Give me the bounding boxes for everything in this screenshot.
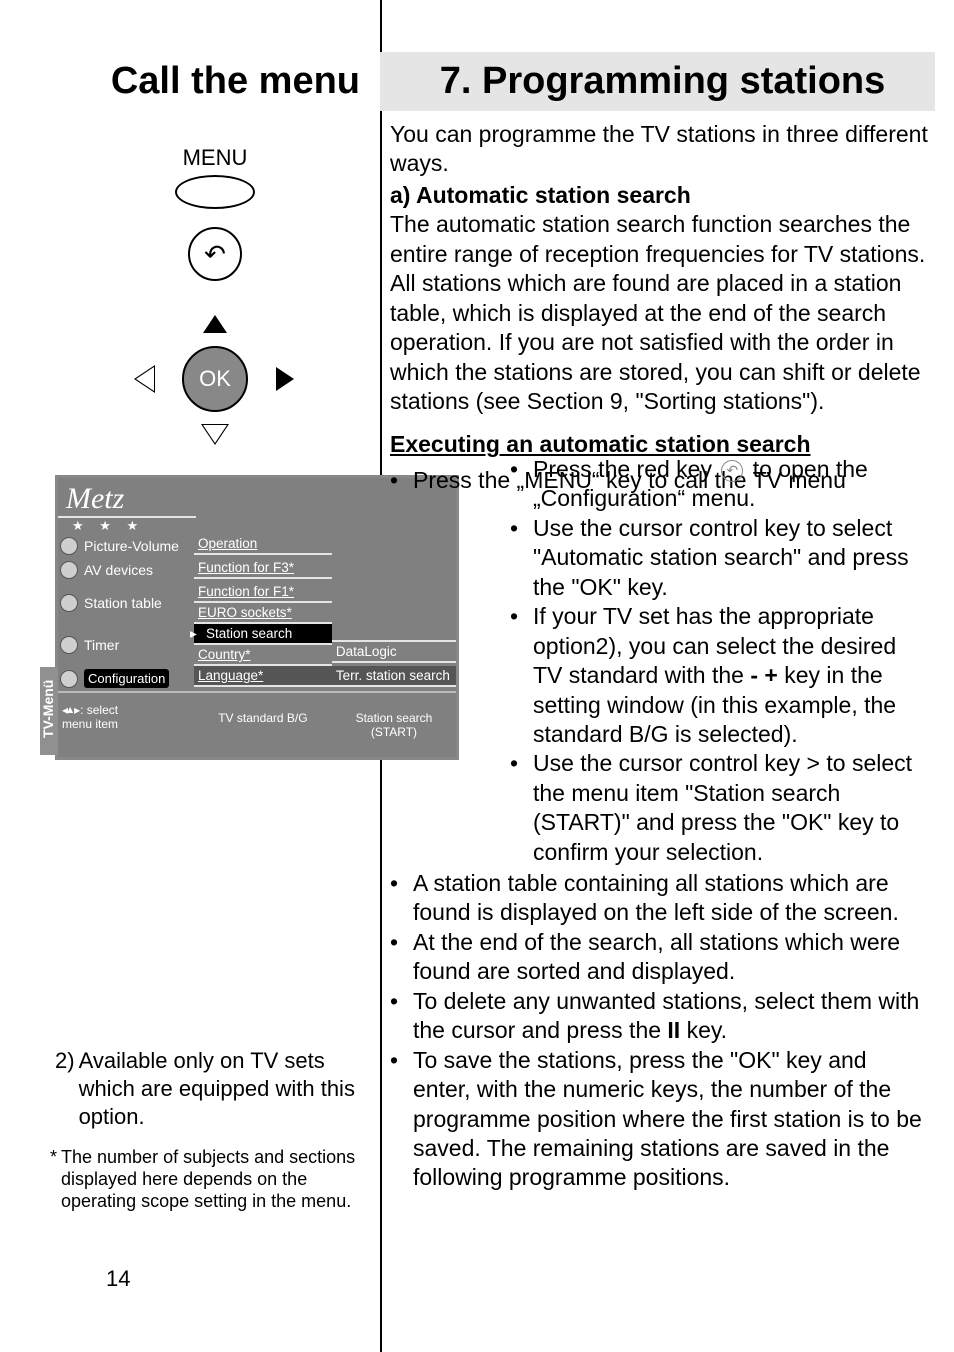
- right-title: 7. Programming stations: [380, 52, 935, 111]
- menu-item-terr-search: Terr. station search: [332, 666, 456, 687]
- dot-icon: [60, 594, 78, 612]
- nav-pad: OK: [130, 309, 300, 449]
- heading-a: a) Automatic station search: [390, 181, 930, 210]
- bullet-cursor-auto-search: • Use the cursor control key to select "…: [510, 514, 930, 602]
- stars-icon: ★ ★ ★: [58, 518, 196, 534]
- red-key-icon: ↶: [721, 460, 743, 482]
- bullet-station-search-start: • Use the cursor control key > to select…: [510, 749, 930, 867]
- menu-item-timer: Timer: [58, 624, 194, 666]
- nav-right-icon: [276, 367, 294, 391]
- nav-left-icon: [136, 367, 154, 391]
- menu-item-station-table: Station table: [58, 582, 194, 624]
- menu-item-country: Country*: [194, 645, 332, 666]
- red-key-button: ↶: [188, 227, 242, 281]
- menu-item-av-devices: AV devices: [58, 558, 194, 582]
- dot-icon: [60, 561, 78, 579]
- menu-item-euro: EURO sockets*: [194, 603, 332, 624]
- footer-tv-standard: TV standard B/G: [194, 693, 332, 757]
- footnote-star: * The number of subjects and sections di…: [50, 1147, 365, 1213]
- menu-item-language: Language*: [194, 666, 332, 687]
- menu-item-station-search: ▸ Station search: [194, 624, 332, 645]
- footnote-2: 2) 2) Available only on TV sets which ar…: [55, 1047, 365, 1131]
- label-picture-volume: Picture-Volume: [84, 538, 179, 554]
- label-station-search: Station search: [198, 626, 292, 641]
- bullet-tv-standard: • If your TV set has the appropriate opt…: [510, 602, 930, 749]
- label-configuration: Configuration: [84, 669, 169, 688]
- menu-item-f3: Function for F3*: [194, 558, 332, 579]
- dot-icon: [60, 636, 78, 654]
- menu-item-picture-volume: Picture-Volume: [58, 534, 194, 558]
- metz-logo: Metz: [58, 478, 196, 518]
- pointer-icon: ▸: [190, 626, 197, 642]
- bullet-station-table: • A station table containing all station…: [390, 869, 930, 928]
- menu-item-f1: Function for F1*: [194, 582, 332, 603]
- intro-text: You can programme the TV stations in thr…: [390, 120, 930, 179]
- bullet-save: • To save the stations, press the "OK" k…: [390, 1046, 930, 1193]
- return-arrow-icon: ↶: [204, 239, 226, 270]
- body-a: The automatic station search function se…: [390, 210, 930, 416]
- bullet-end-search: • At the end of the search, all stations…: [390, 928, 930, 987]
- page-number: 14: [106, 1266, 130, 1292]
- label-station-table: Station table: [84, 595, 162, 611]
- dot-icon: [60, 670, 78, 688]
- menu-item-datalogic: DataLogic: [332, 642, 456, 663]
- nav-down-icon: [203, 425, 227, 443]
- tv-menu-illustration: TV-Menü Metz ★ ★ ★ Picture-Volume Operat…: [55, 475, 459, 760]
- tv-menu-tab: TV-Menü: [40, 667, 58, 755]
- footer-station-search-start: Station search (START): [332, 693, 456, 757]
- nav-up-icon: [203, 315, 227, 333]
- menu-label: MENU: [55, 145, 375, 171]
- dot-icon: [60, 537, 78, 555]
- bullet-red-key: • Press the red key ↶ to open the „Confi…: [510, 455, 930, 514]
- label-av-devices: AV devices: [84, 562, 153, 578]
- bullet-delete: • To delete any unwanted stations, selec…: [390, 987, 930, 1046]
- label-timer: Timer: [84, 637, 119, 653]
- menu-item-configuration: Configuration: [58, 666, 194, 691]
- footer-hint-select: ◂◂▸: selectmenu item: [58, 693, 194, 757]
- menu-item-operation: Operation: [194, 534, 332, 555]
- menu-button: [175, 175, 255, 209]
- left-title: Call the menu: [60, 60, 370, 103]
- ok-button: OK: [182, 346, 248, 412]
